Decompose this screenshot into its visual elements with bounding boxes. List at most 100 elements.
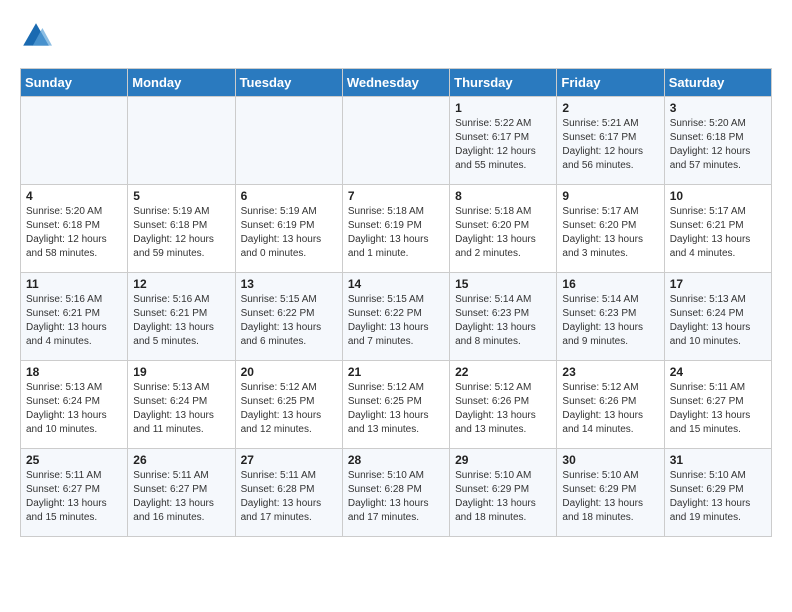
calendar-cell: 9 Sunrise: 5:17 AM Sunset: 6:20 PM Daylig… [557, 185, 664, 273]
day-headers-row: SundayMondayTuesdayWednesdayThursdayFrid… [21, 69, 772, 97]
day-info: Sunrise: 5:10 AM Sunset: 6:29 PM Dayligh… [670, 469, 766, 525]
day-info: Sunrise: 5:10 AM Sunset: 6:29 PM Dayligh… [455, 469, 551, 525]
day-info: Sunrise: 5:16 AM Sunset: 6:21 PM Dayligh… [26, 293, 122, 349]
day-number: 1 [455, 101, 551, 115]
day-info: Sunrise: 5:11 AM Sunset: 6:27 PM Dayligh… [670, 381, 766, 437]
day-number: 8 [455, 189, 551, 203]
calendar-cell: 26 Sunrise: 5:11 AM Sunset: 6:27 PM Dayli… [128, 449, 235, 537]
calendar-cell: 10 Sunrise: 5:17 AM Sunset: 6:21 PM Dayli… [664, 185, 771, 273]
day-info: Sunrise: 5:11 AM Sunset: 6:27 PM Dayligh… [26, 469, 122, 525]
day-number: 27 [241, 453, 337, 467]
day-info: Sunrise: 5:13 AM Sunset: 6:24 PM Dayligh… [26, 381, 122, 437]
calendar-cell: 13 Sunrise: 5:15 AM Sunset: 6:22 PM Dayli… [235, 273, 342, 361]
day-info: Sunrise: 5:10 AM Sunset: 6:29 PM Dayligh… [562, 469, 658, 525]
day-info: Sunrise: 5:20 AM Sunset: 6:18 PM Dayligh… [670, 117, 766, 173]
day-info: Sunrise: 5:17 AM Sunset: 6:20 PM Dayligh… [562, 205, 658, 261]
calendar-cell: 19 Sunrise: 5:13 AM Sunset: 6:24 PM Dayli… [128, 361, 235, 449]
day-number: 9 [562, 189, 658, 203]
day-number: 19 [133, 365, 229, 379]
day-number: 4 [26, 189, 122, 203]
calendar-cell: 17Sunrise: 5:13 AM Sunset: 6:24 PM Dayli… [664, 273, 771, 361]
day-number: 22 [455, 365, 551, 379]
day-number: 25 [26, 453, 122, 467]
day-number: 26 [133, 453, 229, 467]
day-info: Sunrise: 5:12 AM Sunset: 6:26 PM Dayligh… [455, 381, 551, 437]
calendar-cell: 18 Sunrise: 5:13 AM Sunset: 6:24 PM Dayli… [21, 361, 128, 449]
day-info: Sunrise: 5:19 AM Sunset: 6:18 PM Dayligh… [133, 205, 229, 261]
day-info: Sunrise: 5:11 AM Sunset: 6:27 PM Dayligh… [133, 469, 229, 525]
day-number: 24 [670, 365, 766, 379]
day-number: 15 [455, 277, 551, 291]
calendar-week-5: 25 Sunrise: 5:11 AM Sunset: 6:27 PM Dayli… [21, 449, 772, 537]
calendar-week-4: 18 Sunrise: 5:13 AM Sunset: 6:24 PM Dayli… [21, 361, 772, 449]
calendar-cell: 28 Sunrise: 5:10 AM Sunset: 6:28 PM Dayli… [342, 449, 449, 537]
calendar-cell: 7 Sunrise: 5:18 AM Sunset: 6:19 PM Daylig… [342, 185, 449, 273]
day-info: Sunrise: 5:13 AM Sunset: 6:24 PM Dayligh… [133, 381, 229, 437]
calendar-cell: 8 Sunrise: 5:18 AM Sunset: 6:20 PM Daylig… [450, 185, 557, 273]
day-number: 13 [241, 277, 337, 291]
day-number: 12 [133, 277, 229, 291]
calendar-cell: 22 Sunrise: 5:12 AM Sunset: 6:26 PM Dayli… [450, 361, 557, 449]
calendar-cell [342, 97, 449, 185]
day-number: 16 [562, 277, 658, 291]
day-info: Sunrise: 5:12 AM Sunset: 6:25 PM Dayligh… [241, 381, 337, 437]
calendar-cell: 25 Sunrise: 5:11 AM Sunset: 6:27 PM Dayli… [21, 449, 128, 537]
day-info: Sunrise: 5:20 AM Sunset: 6:18 PM Dayligh… [26, 205, 122, 261]
day-info: Sunrise: 5:12 AM Sunset: 6:25 PM Dayligh… [348, 381, 444, 437]
day-info: Sunrise: 5:12 AM Sunset: 6:26 PM Dayligh… [562, 381, 658, 437]
day-number: 29 [455, 453, 551, 467]
day-number: 31 [670, 453, 766, 467]
day-info: Sunrise: 5:17 AM Sunset: 6:21 PM Dayligh… [670, 205, 766, 261]
calendar-cell: 4 Sunrise: 5:20 AM Sunset: 6:18 PM Daylig… [21, 185, 128, 273]
day-number: 6 [241, 189, 337, 203]
calendar-cell: 21 Sunrise: 5:12 AM Sunset: 6:25 PM Dayli… [342, 361, 449, 449]
logo [20, 20, 56, 52]
day-info: Sunrise: 5:19 AM Sunset: 6:19 PM Dayligh… [241, 205, 337, 261]
day-info: Sunrise: 5:21 AM Sunset: 6:17 PM Dayligh… [562, 117, 658, 173]
calendar-cell [235, 97, 342, 185]
day-header-tuesday: Tuesday [235, 69, 342, 97]
day-info: Sunrise: 5:11 AM Sunset: 6:28 PM Dayligh… [241, 469, 337, 525]
day-header-sunday: Sunday [21, 69, 128, 97]
calendar-cell: 15Sunrise: 5:14 AM Sunset: 6:23 PM Dayli… [450, 273, 557, 361]
calendar-cell: 1Sunrise: 5:22 AM Sunset: 6:17 PM Daylig… [450, 97, 557, 185]
day-number: 23 [562, 365, 658, 379]
day-number: 28 [348, 453, 444, 467]
day-number: 10 [670, 189, 766, 203]
day-header-saturday: Saturday [664, 69, 771, 97]
page-header [20, 20, 772, 52]
calendar-cell: 23 Sunrise: 5:12 AM Sunset: 6:26 PM Dayli… [557, 361, 664, 449]
day-info: Sunrise: 5:18 AM Sunset: 6:19 PM Dayligh… [348, 205, 444, 261]
calendar-cell: 24 Sunrise: 5:11 AM Sunset: 6:27 PM Dayli… [664, 361, 771, 449]
day-number: 2 [562, 101, 658, 115]
calendar-cell: 30 Sunrise: 5:10 AM Sunset: 6:29 PM Dayli… [557, 449, 664, 537]
logo-icon [20, 20, 52, 52]
calendar-week-1: 1Sunrise: 5:22 AM Sunset: 6:17 PM Daylig… [21, 97, 772, 185]
calendar-cell [128, 97, 235, 185]
calendar-cell: 16 Sunrise: 5:14 AM Sunset: 6:23 PM Dayli… [557, 273, 664, 361]
calendar-cell: 12 Sunrise: 5:16 AM Sunset: 6:21 PM Dayli… [128, 273, 235, 361]
calendar-cell: 2 Sunrise: 5:21 AM Sunset: 6:17 PM Daylig… [557, 97, 664, 185]
day-number: 21 [348, 365, 444, 379]
calendar-cell: 6 Sunrise: 5:19 AM Sunset: 6:19 PM Daylig… [235, 185, 342, 273]
day-info: Sunrise: 5:16 AM Sunset: 6:21 PM Dayligh… [133, 293, 229, 349]
day-info: Sunrise: 5:15 AM Sunset: 6:22 PM Dayligh… [241, 293, 337, 349]
calendar-cell: 3 Sunrise: 5:20 AM Sunset: 6:18 PM Daylig… [664, 97, 771, 185]
day-number: 30 [562, 453, 658, 467]
day-info: Sunrise: 5:18 AM Sunset: 6:20 PM Dayligh… [455, 205, 551, 261]
day-number: 18 [26, 365, 122, 379]
day-info: Sunrise: 5:10 AM Sunset: 6:28 PM Dayligh… [348, 469, 444, 525]
day-number: 17 [670, 277, 766, 291]
day-number: 3 [670, 101, 766, 115]
day-header-friday: Friday [557, 69, 664, 97]
day-info: Sunrise: 5:15 AM Sunset: 6:22 PM Dayligh… [348, 293, 444, 349]
calendar-cell [21, 97, 128, 185]
day-info: Sunrise: 5:14 AM Sunset: 6:23 PM Dayligh… [562, 293, 658, 349]
day-number: 11 [26, 277, 122, 291]
day-header-monday: Monday [128, 69, 235, 97]
calendar-cell: 14Sunrise: 5:15 AM Sunset: 6:22 PM Dayli… [342, 273, 449, 361]
day-number: 7 [348, 189, 444, 203]
day-header-thursday: Thursday [450, 69, 557, 97]
calendar-week-3: 11 Sunrise: 5:16 AM Sunset: 6:21 PM Dayli… [21, 273, 772, 361]
calendar-cell: 31 Sunrise: 5:10 AM Sunset: 6:29 PM Dayli… [664, 449, 771, 537]
